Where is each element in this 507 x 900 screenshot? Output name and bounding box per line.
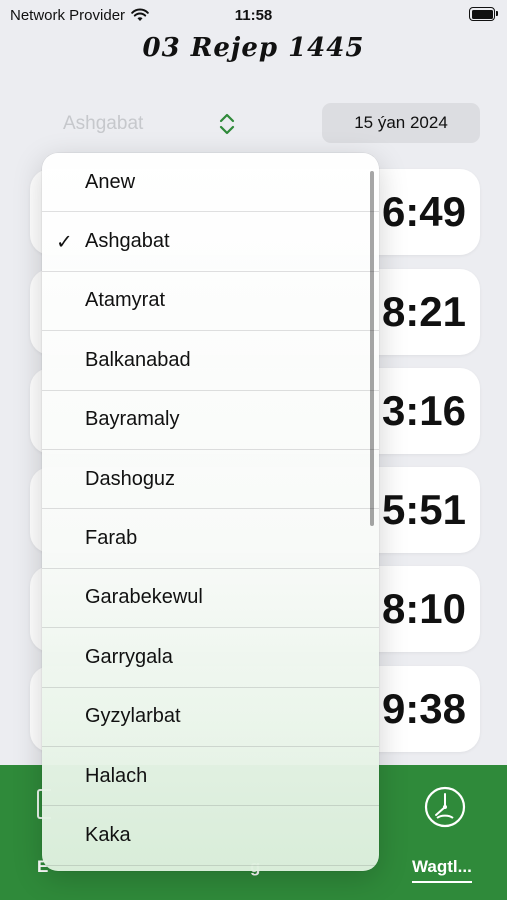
dropdown-item-label: Dashoguz bbox=[85, 467, 176, 490]
tab-label-times[interactable]: Wagtl... bbox=[412, 857, 472, 883]
battery-icon bbox=[469, 7, 498, 21]
dropdown-item-label: Kaka bbox=[85, 823, 131, 846]
dropdown-item-label: Atamyrat bbox=[85, 289, 166, 312]
dropdown-item-garabekewul[interactable]: Garabekewul bbox=[42, 569, 379, 629]
checkmark-icon: ✓ bbox=[56, 231, 73, 254]
dropdown-item-balkanabad[interactable]: Balkanabad bbox=[42, 331, 379, 391]
dropdown-item-dashoguz[interactable]: Dashoguz bbox=[42, 450, 379, 510]
prayer-time-text: 8:21 bbox=[381, 288, 466, 335]
dropdown-item-label: Gyzylarbat bbox=[85, 705, 181, 728]
dropdown-item-label: Halach bbox=[85, 764, 148, 787]
city-picker[interactable]: Ashgabat bbox=[45, 104, 255, 144]
city-picker-value: Ashgabat bbox=[63, 113, 144, 134]
date-picker[interactable]: 15 ýan 2024 bbox=[322, 103, 480, 143]
dropdown-item-label: Garabekewul bbox=[85, 586, 203, 609]
city-dropdown-menu: Anew ✓ Ashgabat Atamyrat Balkanabad Bayr… bbox=[42, 153, 379, 871]
carrier-name: Network Provider bbox=[10, 6, 126, 24]
dropdown-item-kaka[interactable]: Kaka bbox=[42, 806, 379, 866]
dropdown-item-garrygala[interactable]: Garrygala bbox=[42, 628, 379, 688]
dropdown-item-label: Farab bbox=[85, 527, 138, 550]
dropdown-item-anew[interactable]: Anew bbox=[42, 153, 379, 213]
prayer-time-text: 8:10 bbox=[381, 585, 466, 632]
dropdown-item-halach[interactable]: Halach bbox=[42, 747, 379, 807]
dropdown-item-label: Anew bbox=[85, 170, 136, 193]
prayer-time-text: 9:38 bbox=[381, 685, 466, 732]
hijri-date-title: 03 Rejep 1445 bbox=[142, 33, 365, 63]
dropdown-scrollbar[interactable] bbox=[370, 171, 374, 526]
status-bar: Network Provider 11:58 bbox=[0, 0, 507, 30]
dropdown-item-atamyrat[interactable]: Atamyrat bbox=[42, 272, 379, 332]
dropdown-item-gyzylarbat[interactable]: Gyzylarbat bbox=[42, 688, 379, 747]
dropdown-item-label: Balkanabad bbox=[85, 348, 191, 371]
prayer-time-text: 3:16 bbox=[381, 387, 466, 434]
wifi-icon bbox=[131, 8, 149, 21]
status-time: 11:58 bbox=[234, 6, 273, 24]
dropdown-item-ashgabat[interactable]: ✓ Ashgabat bbox=[42, 212, 379, 272]
prayer-time-text: 5:51 bbox=[381, 486, 466, 533]
carrier-group: Network Provider bbox=[10, 7, 149, 24]
dropdown-item-label: Ashgabat bbox=[85, 230, 170, 253]
dropdown-item-label: Garrygala bbox=[85, 645, 173, 668]
dropdown-item-bayramaly[interactable]: Bayramaly bbox=[42, 391, 379, 450]
prayer-time-text: 6:49 bbox=[381, 188, 466, 235]
chevron-updown-icon bbox=[219, 113, 235, 135]
clock-icon[interactable] bbox=[423, 785, 467, 829]
dropdown-item-label: Bayramaly bbox=[85, 408, 180, 431]
dropdown-item-farab[interactable]: Farab bbox=[42, 509, 379, 569]
